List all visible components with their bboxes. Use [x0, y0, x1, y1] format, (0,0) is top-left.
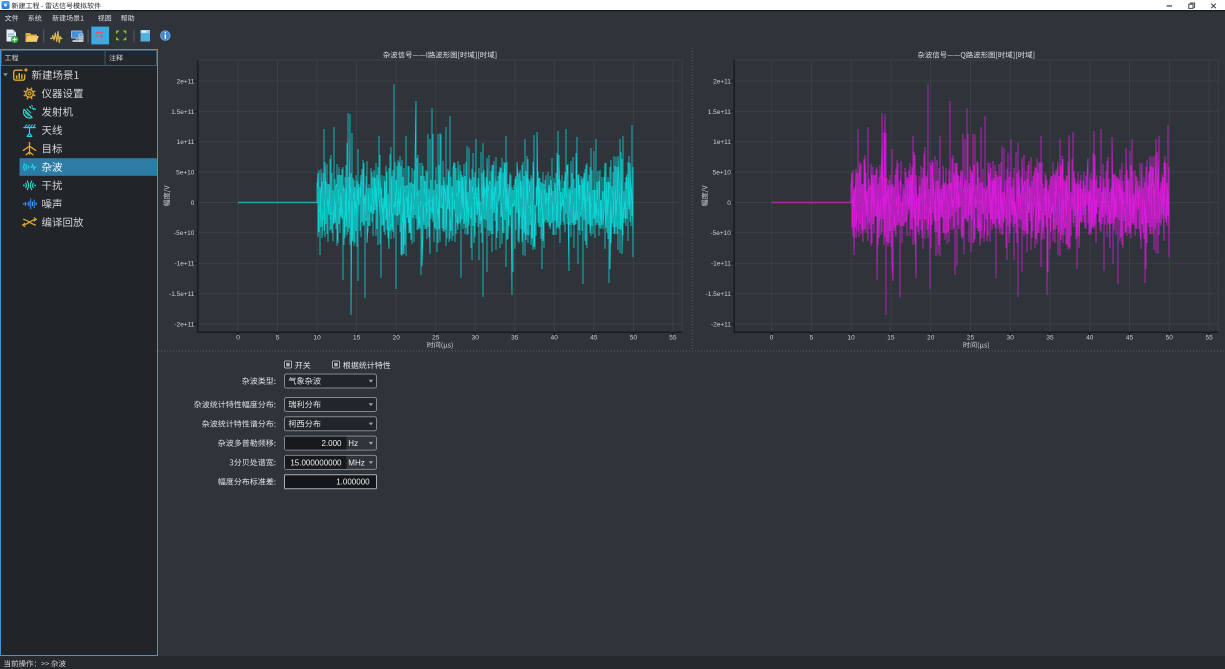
svg-text:1.5e+11: 1.5e+11: [708, 109, 732, 116]
svg-text:20: 20: [927, 335, 935, 342]
svg-text:-2e+11: -2e+11: [711, 321, 731, 328]
svg-text:55: 55: [669, 335, 677, 342]
svg-text:Hz: Hz: [348, 439, 358, 448]
svg-text:25: 25: [432, 335, 440, 342]
svg-text:5: 5: [276, 335, 280, 342]
svg-text:-5e+10: -5e+10: [174, 230, 195, 237]
svg-text:10: 10: [313, 335, 321, 342]
svg-text:0: 0: [727, 200, 731, 207]
svg-text:10: 10: [847, 335, 855, 342]
svg-text:0: 0: [191, 200, 195, 207]
svg-text:45: 45: [590, 335, 598, 342]
svg-text:30: 30: [1007, 335, 1015, 342]
svg-text:1.000000: 1.000000: [336, 478, 370, 487]
svg-text:50: 50: [630, 335, 638, 342]
svg-text:35: 35: [511, 335, 519, 342]
svg-text:MHz: MHz: [348, 458, 364, 467]
svg-text:15: 15: [353, 335, 361, 342]
svg-text:40: 40: [1086, 335, 1094, 342]
svg-text:5e+10: 5e+10: [713, 170, 732, 177]
svg-text:50: 50: [1166, 335, 1174, 342]
svg-text:-2e+11: -2e+11: [174, 321, 194, 328]
svg-text:-1.5e+11: -1.5e+11: [706, 291, 732, 298]
svg-text:35: 35: [1046, 335, 1054, 342]
svg-text:2e+11: 2e+11: [713, 78, 731, 85]
svg-text:-1.5e+11: -1.5e+11: [169, 291, 195, 298]
svg-text:15.000000000: 15.000000000: [290, 458, 342, 467]
svg-text:1.5e+11: 1.5e+11: [171, 109, 195, 116]
svg-text:-1e+11: -1e+11: [174, 261, 194, 268]
svg-text:45: 45: [1126, 335, 1134, 342]
svg-text:55: 55: [1205, 335, 1213, 342]
svg-text:15: 15: [887, 335, 895, 342]
svg-text:-5e+10: -5e+10: [710, 230, 731, 237]
svg-text:1e+11: 1e+11: [713, 139, 731, 146]
svg-text:5: 5: [810, 335, 814, 342]
svg-text:0: 0: [236, 335, 240, 342]
svg-text:20: 20: [393, 335, 401, 342]
svg-text:2e+11: 2e+11: [177, 78, 195, 85]
svg-text:30: 30: [472, 335, 480, 342]
svg-text:1e+11: 1e+11: [177, 139, 195, 146]
svg-text:25: 25: [967, 335, 975, 342]
svg-text:2.000: 2.000: [321, 439, 342, 448]
svg-text:-1e+11: -1e+11: [711, 261, 731, 268]
svg-text:40: 40: [551, 335, 559, 342]
svg-text:5e+10: 5e+10: [176, 170, 195, 177]
svg-text:0: 0: [770, 335, 774, 342]
